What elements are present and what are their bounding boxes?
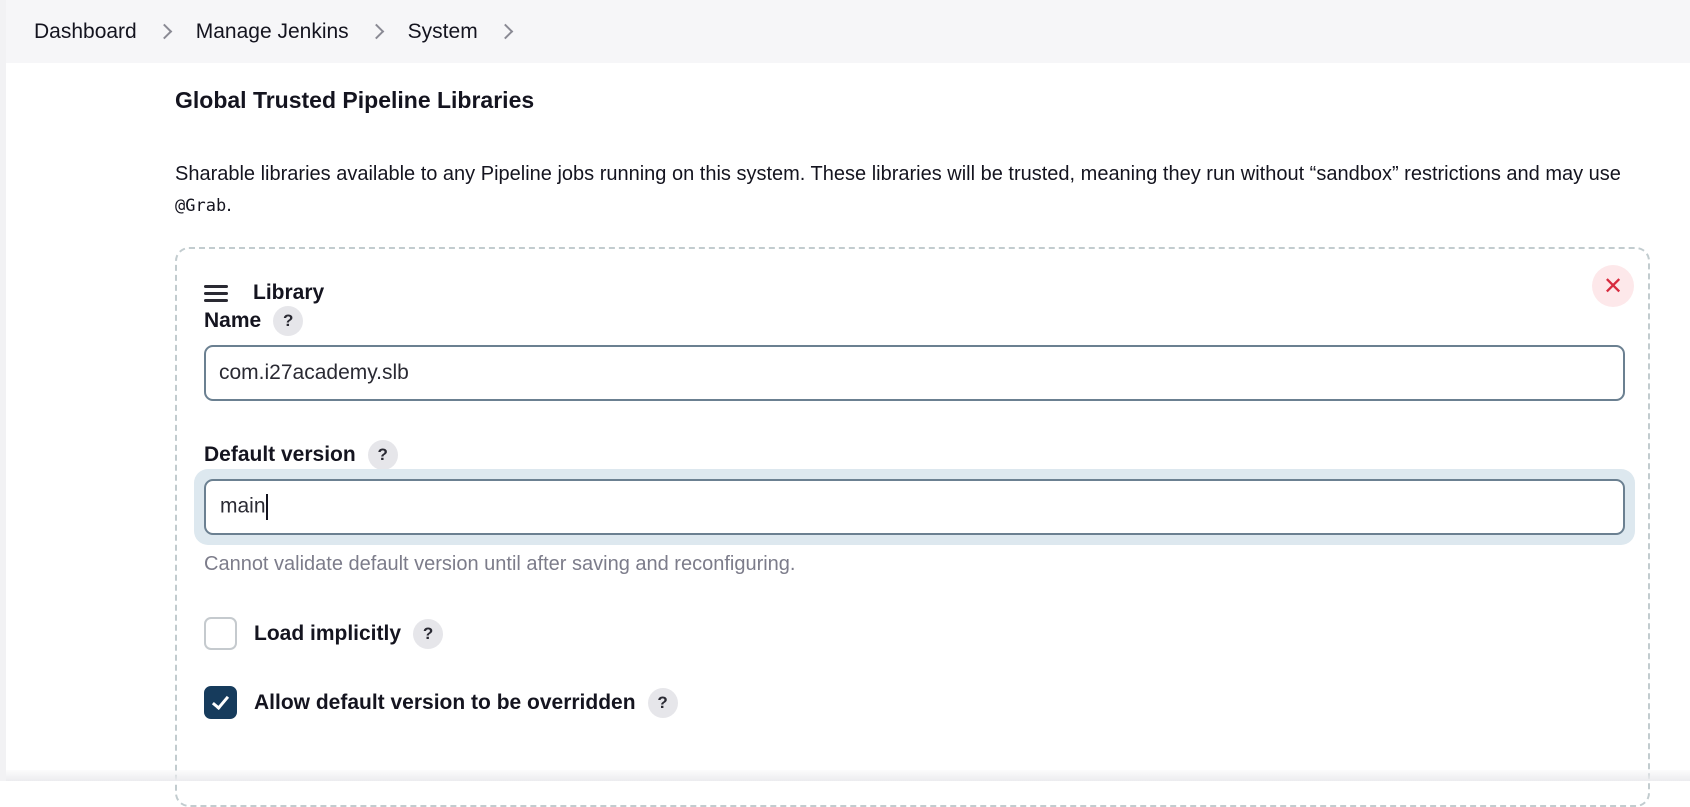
- name-help-icon[interactable]: ?: [273, 306, 304, 336]
- breadcrumb: Dashboard Manage Jenkins System: [6, 0, 1690, 63]
- allow-override-label[interactable]: Allow default version to be overridden: [254, 691, 636, 715]
- library-card: Library ✕ Name ? Default version ? main …: [175, 247, 1650, 807]
- load-implicitly-label[interactable]: Load implicitly: [254, 622, 401, 646]
- breadcrumb-system[interactable]: System: [408, 20, 478, 44]
- name-input[interactable]: [204, 345, 1625, 401]
- default-version-label: Default version ?: [204, 438, 398, 472]
- checkmark-icon: [211, 691, 230, 710]
- grab-code: @Grab: [175, 196, 227, 216]
- drag-handle-icon[interactable]: [204, 284, 228, 302]
- section-description-text: Sharable libraries available to any Pipe…: [175, 163, 1621, 185]
- load-implicitly-help-icon[interactable]: ?: [413, 618, 444, 649]
- load-implicitly-row: Load implicitly ?: [204, 617, 444, 650]
- default-version-value: main: [220, 494, 268, 520]
- section-title: Global Trusted Pipeline Libraries: [175, 87, 535, 113]
- name-label-text: Name: [204, 309, 262, 332]
- close-icon: ✕: [1602, 272, 1624, 300]
- text-caret: [265, 494, 268, 520]
- load-implicitly-checkbox[interactable]: [204, 617, 237, 650]
- breadcrumb-dashboard[interactable]: Dashboard: [34, 20, 137, 44]
- allow-override-help-icon[interactable]: ?: [647, 687, 678, 718]
- name-label: Name ?: [204, 304, 304, 338]
- default-version-input[interactable]: main: [204, 479, 1625, 535]
- allow-override-checkbox[interactable]: [204, 686, 237, 719]
- chevron-right-icon[interactable]: [368, 23, 384, 40]
- delete-library-button[interactable]: ✕: [1592, 265, 1634, 307]
- bottom-bar-shadow: [6, 770, 1690, 781]
- chevron-right-icon[interactable]: [497, 23, 513, 40]
- default-version-help-icon[interactable]: ?: [367, 440, 398, 470]
- allow-override-row: Allow default version to be overridden ?: [204, 686, 678, 719]
- default-version-label-text: Default version: [204, 443, 356, 466]
- section-description: Sharable libraries available to any Pipe…: [175, 159, 1655, 222]
- library-title: Library: [253, 281, 325, 304]
- breadcrumb-manage-jenkins[interactable]: Manage Jenkins: [196, 20, 349, 44]
- default-version-hint: Cannot validate default version until af…: [204, 553, 796, 575]
- chevron-right-icon[interactable]: [156, 23, 173, 40]
- section-description-end: .: [226, 194, 232, 216]
